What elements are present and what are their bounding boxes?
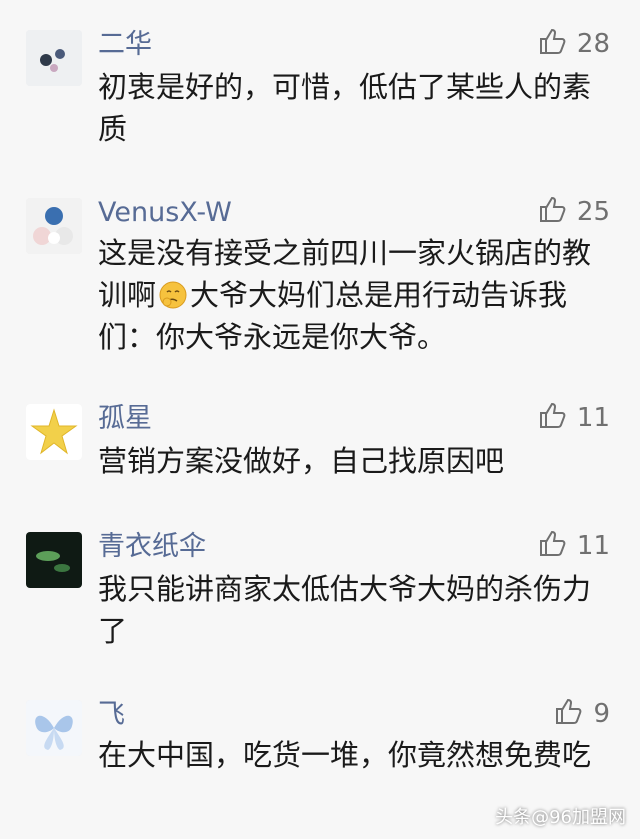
comment-text: 在大中国，吃货一堆，你竟然想免费吃	[98, 738, 592, 772]
comment-text: 营销方案没做好，自己找原因吧	[98, 444, 505, 478]
thinking-face-icon	[158, 279, 188, 309]
like-count: 11	[576, 531, 610, 561]
comment-text: 这是没有接受之前四川一家火锅店的教训啊 大爷大妈们总是用行动告诉我们：你大爷永远是…	[98, 232, 608, 358]
comment-text: 我只能讲商家太低估大爷大妈的杀伤力了	[98, 572, 592, 648]
commenter-name[interactable]: VenusX-W	[98, 196, 232, 230]
like-button[interactable]: 25	[537, 192, 610, 232]
thumbs-up-icon	[553, 695, 585, 734]
like-button[interactable]: 9	[553, 694, 610, 734]
thumbs-up-icon	[537, 193, 569, 232]
commenter-name[interactable]: 飞	[98, 698, 125, 732]
thumbs-up-icon	[537, 527, 569, 566]
watermark: 头条@96加盟网	[495, 807, 626, 828]
commenter-name[interactable]: 孤星	[98, 402, 152, 436]
avatar[interactable]	[26, 532, 82, 588]
like-count: 11	[576, 403, 610, 433]
like-button[interactable]: 28	[537, 24, 610, 64]
like-count: 25	[576, 197, 610, 227]
like-button[interactable]: 11	[537, 526, 610, 566]
comment-text: 初衷是好的，可惜，低估了某些人的素质	[98, 70, 592, 146]
avatar[interactable]	[26, 30, 82, 86]
thumbs-up-icon	[537, 399, 569, 438]
avatar[interactable]	[26, 700, 82, 756]
thumbs-up-icon	[537, 25, 569, 64]
like-count: 9	[593, 699, 610, 729]
like-count: 28	[576, 29, 610, 59]
commenter-name[interactable]: 青衣纸伞	[98, 530, 206, 564]
avatar[interactable]	[26, 198, 82, 254]
avatar[interactable]	[26, 404, 82, 460]
commenter-name[interactable]: 二华	[98, 28, 152, 62]
like-button[interactable]: 11	[537, 398, 610, 438]
